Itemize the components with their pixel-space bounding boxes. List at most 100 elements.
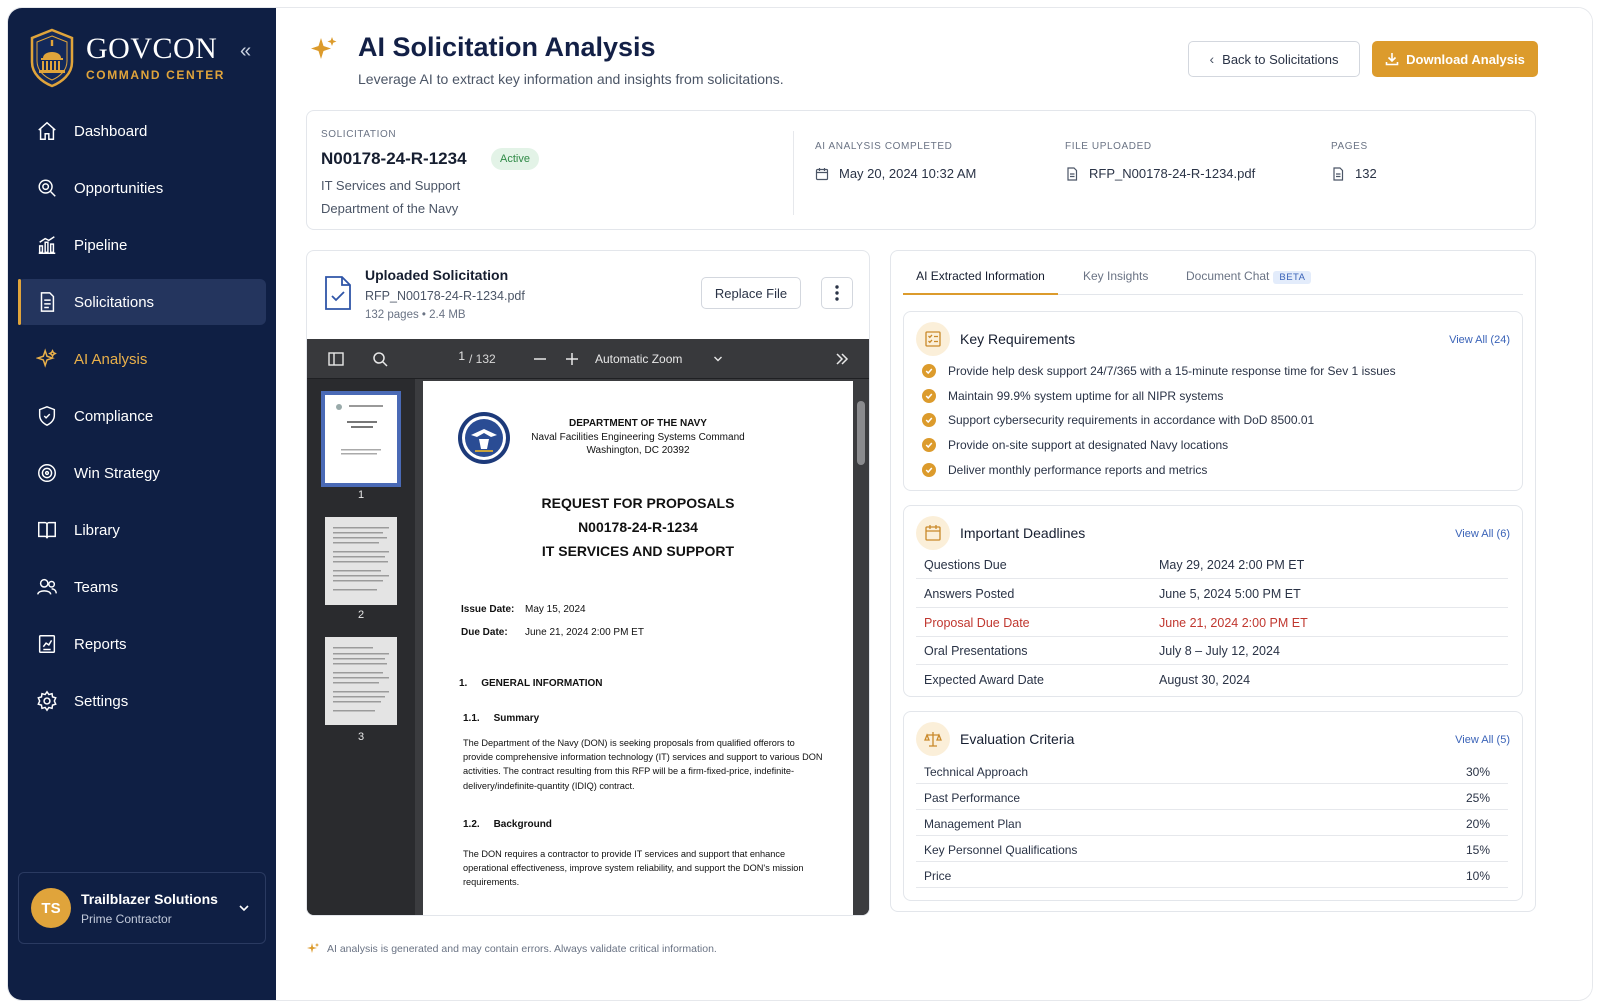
sidebar-item-pipeline[interactable]: Pipeline: [18, 222, 266, 268]
pdf-viewer: 1 / 132 Automatic Zoom 1 2 3 DEPARTMENT …: [307, 339, 869, 915]
brand-logo[interactable]: GOVCON COMMAND CENTER: [28, 28, 225, 88]
zoom-select[interactable]: Automatic Zoom: [595, 347, 727, 371]
more-options-button[interactable]: [821, 277, 853, 309]
calendar-icon: [925, 525, 941, 541]
criteria-row: Price 10%: [916, 862, 1508, 888]
page-thumbnail[interactable]: [321, 391, 401, 487]
pdf-toolbar: 1 / 132 Automatic Zoom: [307, 339, 869, 379]
solicitation-summary-card: SOLICITATION N00178-24-R-1234 Active IT …: [306, 110, 1536, 230]
collapse-sidebar-icon[interactable]: «: [240, 41, 260, 62]
thumbnail-number: 2: [357, 609, 365, 621]
requirement-item: Provide help desk support 24/7/365 with …: [922, 364, 1396, 378]
check-circle-icon: [922, 389, 936, 403]
sidebar-item-win-strategy[interactable]: Win Strategy: [18, 450, 266, 496]
pdf-page-pane[interactable]: DEPARTMENT OF THE NAVY Naval Facilities …: [415, 379, 869, 915]
doc-command: Naval Facilities Engineering Systems Com…: [531, 432, 745, 443]
sidebar-item-label: Solicitations: [74, 293, 155, 311]
double-chevron-right-icon[interactable]: [833, 350, 851, 368]
tab-document-chat[interactable]: Document Chat BETA: [1186, 269, 1312, 295]
page-preview: [325, 395, 397, 483]
kebab-menu-icon: [835, 285, 839, 301]
download-analysis-button[interactable]: Download Analysis: [1372, 41, 1538, 77]
calendar-icon: [815, 167, 829, 180]
uploaded-filename: RFP_N00178-24-R-1234.pdf: [365, 289, 525, 303]
deadline-row-proposal-due: Proposal Due Date June 21, 2024 2:00 PM E…: [916, 608, 1508, 637]
back-to-solicitations-button[interactable]: ‹ Back to Solicitations: [1188, 41, 1360, 77]
doc-paragraph: The Department of the Navy (DON) is seek…: [463, 738, 823, 791]
brand-tagline: COMMAND CENTER: [86, 68, 226, 82]
meta-value: May 20, 2024 10:32 AM: [839, 166, 977, 181]
book-icon: [38, 521, 56, 539]
replace-file-button[interactable]: Replace File: [701, 277, 801, 309]
avatar: TS: [31, 888, 71, 928]
evaluation-criteria-card: Evaluation Criteria View All (5) Technic…: [903, 711, 1523, 901]
sidebar-item-library[interactable]: Library: [18, 507, 266, 553]
criteria-row: Key Personnel Qualifications 15%: [916, 836, 1508, 862]
main-content: AI Solicitation Analysis Leverage AI to …: [276, 8, 1592, 1000]
section-title: Evaluation Criteria: [960, 731, 1075, 747]
sidebar-item-reports[interactable]: Reports: [18, 621, 266, 667]
solicitation-label: SOLICITATION: [321, 129, 397, 140]
thumbnail-number: 3: [357, 731, 365, 743]
sidebar-toggle-icon[interactable]: [327, 350, 345, 368]
doc-department: DEPARTMENT OF THE NAVY: [569, 418, 707, 429]
deadline-row: Oral Presentations July 8 – July 12, 2024: [916, 636, 1508, 665]
meta-value[interactable]: RFP_N00178-24-R-1234.pdf: [1089, 166, 1255, 181]
chevron-down-icon: [239, 905, 249, 912]
uploaded-title: Uploaded Solicitation: [365, 267, 509, 283]
view-all-criteria-link[interactable]: View All (5): [1455, 734, 1510, 746]
sidebar-item-compliance[interactable]: Compliance: [18, 393, 266, 439]
sidebar-item-label: Dashboard: [74, 122, 148, 140]
user-role: Prime Contractor: [81, 911, 172, 926]
page-thumbnail[interactable]: [325, 637, 397, 725]
requirement-item: Support cybersecurity requirements in ac…: [922, 413, 1314, 427]
doc-issue-date: Issue Date: May 15, 2024: [461, 604, 586, 615]
file-check-icon: [325, 276, 351, 310]
bullseye-icon: [38, 464, 56, 482]
requirement-item: Deliver monthly performance reports and …: [922, 463, 1207, 477]
sidebar-item-opportunities[interactable]: Opportunities: [18, 165, 266, 211]
sidebar-item-label: Teams: [74, 578, 119, 596]
tab-key-insights[interactable]: Key Insights: [1083, 269, 1148, 295]
meta-analysis-completed: AI ANALYSIS COMPLETED May 20, 2024 10:32…: [815, 141, 976, 181]
doc-title-line: N00178-24-R-1234: [578, 519, 698, 535]
pdf-scrollbar[interactable]: [857, 401, 865, 465]
zoom-out-icon[interactable]: [531, 350, 549, 368]
home-icon: [38, 121, 56, 140]
view-all-requirements-link[interactable]: View All (24): [1449, 334, 1510, 346]
shield-icon: [38, 406, 56, 426]
key-requirements-card: Key Requirements View All (24) Provide h…: [903, 311, 1523, 491]
page-thumbnail[interactable]: [325, 517, 397, 605]
sidebar-item-label: Pipeline: [74, 236, 128, 254]
sidebar-item-settings[interactable]: Settings: [18, 678, 266, 724]
page-subtitle: Leverage AI to extract key information a…: [358, 71, 784, 87]
criteria-row: Past Performance 25%: [916, 784, 1508, 810]
meta-label: PAGES: [1331, 141, 1368, 152]
doc-paragraph: The DON requires a contractor to provide…: [463, 849, 804, 888]
target-search-icon: [38, 179, 56, 197]
tab-label: Document Chat: [1186, 269, 1270, 283]
sidebar-item-ai-analysis[interactable]: AI Analysis: [18, 336, 266, 382]
pdf-page: DEPARTMENT OF THE NAVY Naval Facilities …: [423, 381, 853, 915]
app-window: GOVCON COMMAND CENTER « Dashboard Opport…: [8, 8, 1592, 1000]
sidebar-item-label: Reports: [74, 635, 127, 653]
page-number-input[interactable]: 1: [435, 349, 465, 369]
view-all-deadlines-link[interactable]: View All (6): [1455, 528, 1510, 540]
search-icon[interactable]: [371, 350, 389, 368]
analysis-panel: AI Extracted Information Key Insights Do…: [890, 250, 1536, 912]
analysis-tabs: AI Extracted Information Key Insights Do…: [903, 251, 1523, 295]
calendar-icon-wrap: [916, 516, 950, 550]
sidebar-item-solicitations[interactable]: Solicitations: [18, 279, 266, 325]
zoom-in-icon[interactable]: [563, 350, 581, 368]
user-account-menu[interactable]: TS Trailblazer Solutions Prime Contracto…: [18, 872, 266, 944]
download-icon: [1385, 53, 1399, 66]
tab-ai-extracted-information[interactable]: AI Extracted Information: [903, 269, 1058, 295]
doc-section-heading: 1. GENERAL INFORMATION: [459, 678, 603, 689]
sidebar-item-teams[interactable]: Teams: [18, 564, 266, 610]
section-title: Key Requirements: [960, 331, 1076, 347]
meta-file-uploaded: FILE UPLOADED RFP_N00178-24-R-1234.pdf: [1065, 141, 1255, 181]
gear-icon: [37, 690, 57, 712]
sidebar-item-dashboard[interactable]: Dashboard: [18, 108, 266, 154]
checklist-icon-wrap: [916, 322, 950, 356]
balance-scale-icon: [924, 732, 942, 747]
